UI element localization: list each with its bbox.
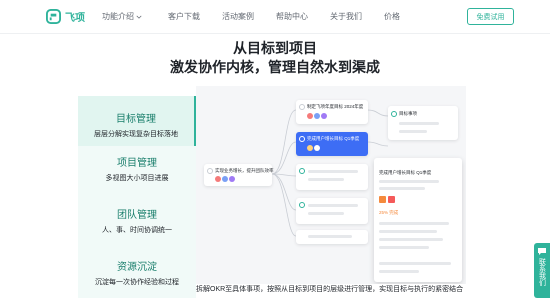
nav-item-label: 价格 bbox=[384, 12, 400, 21]
placeholder-bar bbox=[379, 180, 439, 183]
nav-item-label: 关于我们 bbox=[330, 12, 362, 21]
placeholder-bar bbox=[308, 212, 344, 215]
goal-check-icon bbox=[299, 168, 305, 174]
goal-card-selected[interactable]: 完成用户增长目标 Q1季度 bbox=[296, 132, 368, 156]
feature-desc: 层层分解实现复杂目标落地 bbox=[94, 131, 178, 138]
feature-item-team[interactable]: 团队管理 人、事、时间协调统一 bbox=[78, 206, 196, 246]
hero-headline: 从目标到项目 bbox=[233, 40, 317, 56]
feature-title: 资源沉淀 bbox=[117, 262, 157, 273]
goal-card-text: 完成用户增长目标 Q1季度 bbox=[307, 136, 360, 141]
root-goal-text: 实现业务增长，提升团队效率 bbox=[215, 168, 274, 173]
tag-icon bbox=[379, 196, 386, 203]
goal-items-card[interactable]: 目标事项 bbox=[388, 106, 458, 140]
placeholder-bar bbox=[308, 235, 352, 238]
placeholder-bar bbox=[379, 187, 425, 190]
nav-item-cases[interactable]: 活动案例 bbox=[222, 11, 254, 22]
placeholder-bar bbox=[379, 238, 443, 241]
placeholder-card bbox=[296, 230, 368, 244]
detail-title: 完成用户增长目标 Q1季度 bbox=[379, 170, 432, 175]
brand-logo[interactable]: 飞项 bbox=[46, 9, 85, 24]
goal-check-icon bbox=[299, 104, 305, 110]
goal-check-icon bbox=[207, 168, 213, 174]
placeholder-bar bbox=[399, 130, 427, 133]
goal-check-icon bbox=[299, 202, 305, 208]
product-illustration: 实现业务增长，提升团队效率 制定飞项年度目标 2024年度 完成用户增长目标 Q… bbox=[196, 86, 466, 284]
hero-subheadline: 激发协作内核，管理自然水到渠成 bbox=[170, 59, 380, 75]
goal-items-text: 目标事项 bbox=[399, 111, 417, 116]
nav-item-download[interactable]: 客户下载 bbox=[168, 11, 200, 22]
nav-item-pricing[interactable]: 价格 bbox=[384, 11, 400, 22]
feature-desc: 沉淀每一次协作经验和过程 bbox=[95, 279, 179, 286]
nav-item-help[interactable]: 帮助中心 bbox=[276, 11, 308, 22]
goal-check-icon bbox=[299, 136, 305, 142]
feature-list: 目标管理 层层分解实现复杂目标落地 项目管理 多视图大小项目进展 团队管理 人、… bbox=[78, 96, 196, 298]
brand-name: 飞项 bbox=[65, 13, 85, 24]
nav-item-label: 活动案例 bbox=[222, 12, 254, 21]
chevron-down-icon bbox=[136, 15, 142, 19]
detail-progress: 25% 完成 bbox=[379, 210, 399, 215]
feature-item-resources[interactable]: 资源沉淀 沉淀每一次协作经验和过程 bbox=[78, 258, 196, 298]
feature-title: 团队管理 bbox=[117, 210, 157, 221]
avatar bbox=[307, 113, 313, 119]
contact-float-label: 联系我们 bbox=[538, 258, 546, 286]
avatar bbox=[314, 145, 320, 151]
main-nav: 功能介绍 客户下载 活动案例 帮助中心 关于我们 价格 bbox=[102, 11, 400, 22]
feature-description: 拆解OKR至具体事项，按照从目标到项目的层级进行管理，实现目标与执行的紧密结合 bbox=[196, 286, 464, 293]
nav-item-about[interactable]: 关于我们 bbox=[330, 11, 362, 22]
free-trial-button[interactable]: 免费试用 bbox=[467, 8, 514, 25]
placeholder-bar bbox=[379, 270, 419, 273]
placeholder-bar bbox=[308, 204, 358, 207]
feature-title: 目标管理 bbox=[116, 114, 156, 125]
tag-icon bbox=[388, 196, 395, 203]
root-goal-card[interactable]: 实现业务增长，提升团队效率 bbox=[204, 164, 274, 186]
avatar bbox=[229, 176, 235, 182]
feature-item-goal[interactable]: 目标管理 层层分解实现复杂目标落地 bbox=[78, 96, 196, 146]
feature-title: 项目管理 bbox=[117, 158, 157, 169]
placeholder-bar bbox=[379, 230, 437, 233]
feature-item-project[interactable]: 项目管理 多视图大小项目进展 bbox=[78, 154, 196, 194]
placeholder-bar bbox=[308, 178, 344, 181]
nav-item-features[interactable]: 功能介绍 bbox=[102, 11, 142, 22]
placeholder-bar bbox=[399, 122, 439, 125]
placeholder-bar bbox=[379, 246, 429, 249]
contact-float-button[interactable]: 联系我们 bbox=[534, 243, 550, 298]
placeholder-bar bbox=[379, 222, 449, 225]
goal-check-icon bbox=[391, 111, 397, 117]
placeholder-bar bbox=[308, 170, 358, 173]
avatar bbox=[222, 176, 228, 182]
avatar bbox=[307, 145, 313, 151]
goal-card-annual[interactable]: 制定飞项年度目标 2024年度 bbox=[296, 100, 368, 124]
nav-item-label: 功能介绍 bbox=[102, 12, 134, 21]
avatar bbox=[314, 113, 320, 119]
nav-item-label: 帮助中心 bbox=[276, 12, 308, 21]
goal-detail-panel[interactable]: 完成用户增长目标 Q1季度 25% 完成 bbox=[374, 158, 462, 282]
feature-desc: 人、事、时间协调统一 bbox=[102, 227, 172, 234]
chat-icon bbox=[538, 248, 546, 255]
goal-card-text: 制定飞项年度目标 2024年度 bbox=[307, 104, 364, 109]
placeholder-bar bbox=[379, 262, 451, 265]
placeholder-card bbox=[296, 164, 368, 190]
placeholder-card bbox=[296, 198, 368, 224]
avatar bbox=[321, 113, 327, 119]
nav-item-label: 客户下载 bbox=[168, 12, 200, 21]
top-navbar: 飞项 功能介绍 客户下载 活动案例 帮助中心 关于我们 价格 免费试用 bbox=[0, 0, 550, 34]
feature-desc: 多视图大小项目进展 bbox=[105, 175, 169, 182]
avatar bbox=[215, 176, 221, 182]
brand-logo-icon bbox=[46, 9, 61, 24]
